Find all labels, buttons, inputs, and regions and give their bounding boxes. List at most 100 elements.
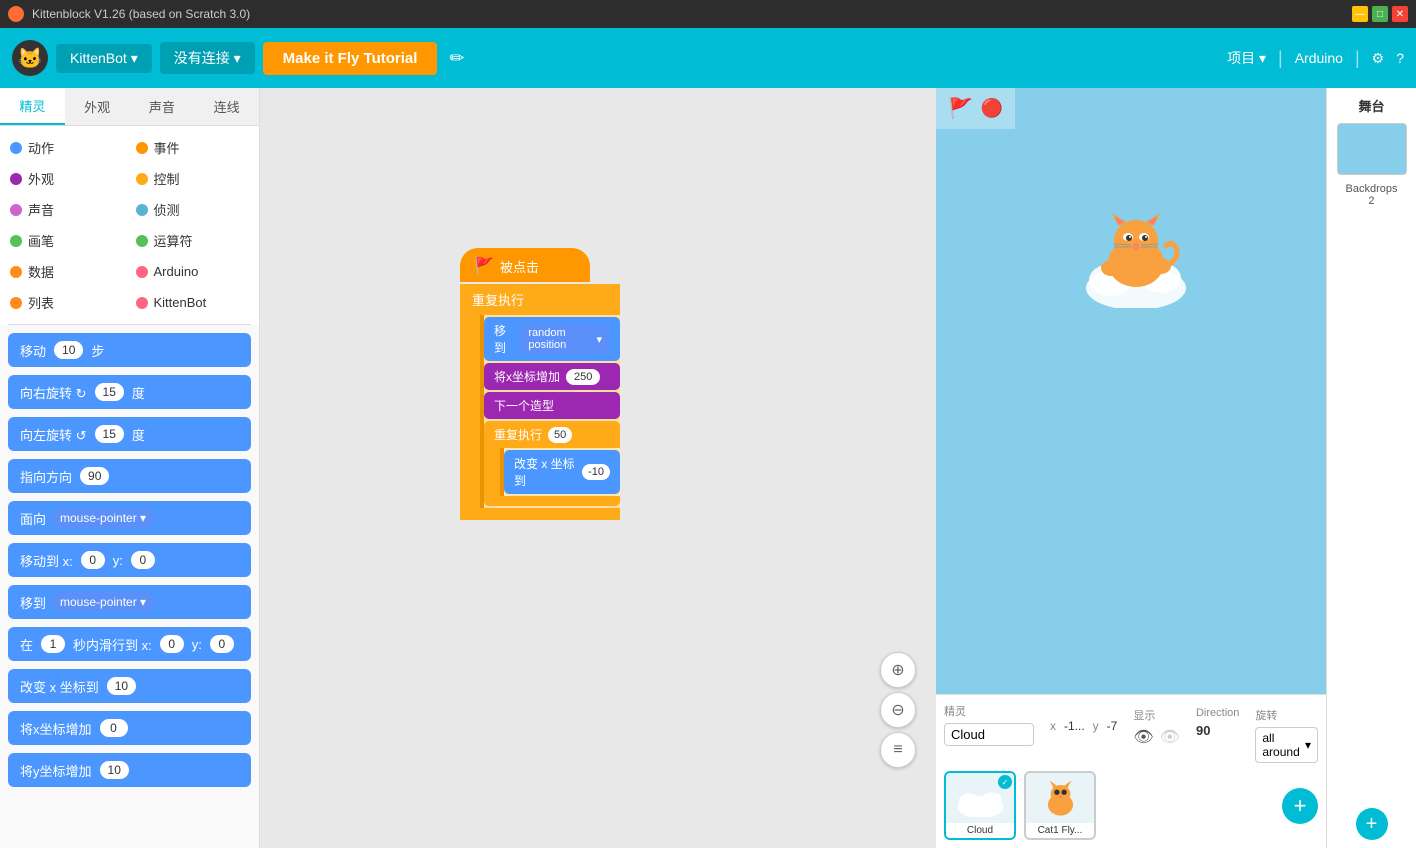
kittenbot-button[interactable]: KittenBot ▾ xyxy=(56,44,152,73)
right-panel: 🚩 🔴 xyxy=(936,88,1326,848)
block-turn-right[interactable]: 向右旋转 ↻ 15 度 xyxy=(8,375,251,409)
rotation-label: 旋转 xyxy=(1255,707,1318,723)
sprite-y: -7 xyxy=(1107,719,1118,733)
main-content: 精灵 外观 声音 连线 动作 事件 外观 控制 xyxy=(0,88,1416,848)
tab-sound[interactable]: 声音 xyxy=(130,88,195,125)
maximize-button[interactable]: □ xyxy=(1372,6,1388,22)
add-x-value[interactable]: 250 xyxy=(566,369,600,385)
title-bar: Kittenblock V1.26 (based on Scratch 3.0)… xyxy=(0,0,1416,28)
block-change-x[interactable]: 改变 x 坐标到 10 xyxy=(8,669,251,703)
green-flag-button[interactable]: 🚩 xyxy=(948,96,973,121)
category-events[interactable]: 事件 xyxy=(134,134,252,161)
sprite-thumb-cloud[interactable]: Cloud ✓ xyxy=(944,771,1016,840)
sprite-rotation: 旋转 all around ▾ xyxy=(1255,707,1318,763)
add-sprite-button[interactable]: + xyxy=(1282,788,1318,824)
zoom-in-button[interactable]: ⊕ xyxy=(880,652,916,688)
minimize-button[interactable]: — xyxy=(1352,6,1368,22)
sprite-name-input[interactable] xyxy=(944,723,1034,746)
category-arduino[interactable]: Arduino xyxy=(134,258,252,285)
close-button[interactable]: ✕ xyxy=(1392,6,1408,22)
help-button[interactable]: ? xyxy=(1396,50,1404,66)
separator-2: | xyxy=(1355,48,1360,69)
stage-panel: 舞台 Backdrops 2 + xyxy=(1326,88,1416,848)
next-costume-block: 下一个造型 xyxy=(484,392,620,419)
data-dot xyxy=(10,266,22,278)
arduino-button[interactable]: Arduino xyxy=(1295,50,1343,66)
move-to-random-block: 移到 random position ▾ xyxy=(484,317,620,361)
sprite-label: 精灵 xyxy=(944,703,1034,719)
sprite-thumbnails: Cloud ✓ xyxy=(944,771,1318,840)
sprite-name-section: 精灵 xyxy=(944,703,1034,746)
list-dot xyxy=(10,297,22,309)
settings-button[interactable]: ⚙ xyxy=(1372,50,1385,67)
eye-closed-icon[interactable]: 👁 xyxy=(1160,727,1180,747)
sprite-info-panel: 精灵 x -1... y -7 显示 👁 👁 xyxy=(936,694,1326,848)
sprite-thumb-cat[interactable]: Cat1 Fly... xyxy=(1024,771,1096,840)
rotation-dropdown[interactable]: all around ▾ xyxy=(1255,727,1318,763)
cat-svg xyxy=(1076,208,1196,308)
tutorial-button[interactable]: Make it Fly Tutorial xyxy=(263,42,438,75)
canvas-controls: ⊕ ⊖ ≡ xyxy=(880,652,916,768)
canvas-menu-button[interactable]: ≡ xyxy=(880,732,916,768)
canvas-area[interactable]: 🚩 被点击 重复执行 移到 random position ▾ xyxy=(260,88,936,848)
category-sound[interactable]: 声音 xyxy=(8,196,126,223)
project-button[interactable]: 项目 ▾ xyxy=(1227,48,1266,68)
repeat-value[interactable]: 50 xyxy=(548,427,572,443)
block-turn-left[interactable]: 向左旋转 ↺ 15 度 xyxy=(8,417,251,451)
tab-appearance[interactable]: 外观 xyxy=(65,88,130,125)
block-goto[interactable]: 移到 mouse-pointer ▾ xyxy=(8,585,251,619)
app-icon xyxy=(8,6,24,22)
show-label: 显示 xyxy=(1133,707,1180,723)
block-move[interactable]: 移动 10 步 xyxy=(8,333,251,367)
repeat-50-block: 重复执行 50 改变 x 坐标到 -10 xyxy=(484,421,620,506)
stage-label: 舞台 xyxy=(1358,96,1384,115)
hat-block: 🚩 被点击 xyxy=(460,248,590,282)
eye-open-icon[interactable]: 👁 xyxy=(1133,727,1153,747)
flag-icon: 🚩 xyxy=(474,256,494,276)
stop-button[interactable]: 🔴 xyxy=(981,96,1003,121)
sprite-visibility: 显示 👁 👁 xyxy=(1133,707,1180,747)
change-x-value[interactable]: -10 xyxy=(582,464,610,480)
block-glide[interactable]: 在 1 秒内滑行到 x: 0 y: 0 xyxy=(8,627,251,661)
direction-value: 90 xyxy=(1196,723,1239,738)
title-bar-text: Kittenblock V1.26 (based on Scratch 3.0) xyxy=(32,7,250,21)
cat-sprite xyxy=(1076,208,1196,308)
block-add-y[interactable]: 将y坐标增加 10 xyxy=(8,753,251,787)
block-point-direction[interactable]: 指向方向 90 xyxy=(8,459,251,493)
block-add-x[interactable]: 将x坐标增加 0 xyxy=(8,711,251,745)
category-sensing[interactable]: 侦测 xyxy=(134,196,252,223)
kittenbot-dot xyxy=(136,297,148,309)
add-stage-button[interactable]: + xyxy=(1356,808,1388,840)
category-motion[interactable]: 动作 xyxy=(8,134,126,161)
motion-dot xyxy=(10,142,22,154)
visibility-icons: 👁 👁 xyxy=(1133,727,1180,747)
logo-icon: 🐱 xyxy=(12,40,48,76)
block-goto-xy[interactable]: 移动到 x: 0 y: 0 xyxy=(8,543,251,577)
zoom-out-button[interactable]: ⊖ xyxy=(880,692,916,728)
category-kittenbot[interactable]: KittenBot xyxy=(134,289,252,316)
left-panel: 精灵 外观 声音 连线 动作 事件 外观 控制 xyxy=(0,88,260,848)
edit-button[interactable]: ✏ xyxy=(445,44,468,73)
category-looks[interactable]: 外观 xyxy=(8,165,126,192)
category-pen[interactable]: 画笔 xyxy=(8,227,126,254)
tab-connect[interactable]: 连线 xyxy=(194,88,259,125)
separator-1: | xyxy=(1278,48,1283,69)
direction-label: Direction xyxy=(1196,707,1239,719)
logo-area: 🐱 xyxy=(12,40,48,76)
cat-thumb-label: Cat1 Fly... xyxy=(1026,823,1094,838)
sprite-x: -1... xyxy=(1064,719,1085,733)
preview-area: 🚩 🔴 xyxy=(936,88,1326,694)
blocks-list: 移动 10 步 向右旋转 ↻ 15 度 向左旋转 ↺ 15 度 指向方向 90 xyxy=(0,325,259,848)
connect-button[interactable]: 没有连接 ▾ xyxy=(160,42,255,74)
stage-thumb[interactable] xyxy=(1337,123,1407,175)
category-data[interactable]: 数据 xyxy=(8,258,126,285)
category-operators[interactable]: 运算符 xyxy=(134,227,252,254)
tabs-bar: 精灵 外观 声音 连线 xyxy=(0,88,259,126)
block-face[interactable]: 面向 mouse-pointer ▾ xyxy=(8,501,251,535)
random-position-dropdown[interactable]: random position ▾ xyxy=(520,324,610,354)
control-dot xyxy=(136,173,148,185)
category-control[interactable]: 控制 xyxy=(134,165,252,192)
change-x-block: 改变 x 坐标到 -10 xyxy=(504,450,620,494)
category-list[interactable]: 列表 xyxy=(8,289,126,316)
tab-sprite[interactable]: 精灵 xyxy=(0,88,65,125)
